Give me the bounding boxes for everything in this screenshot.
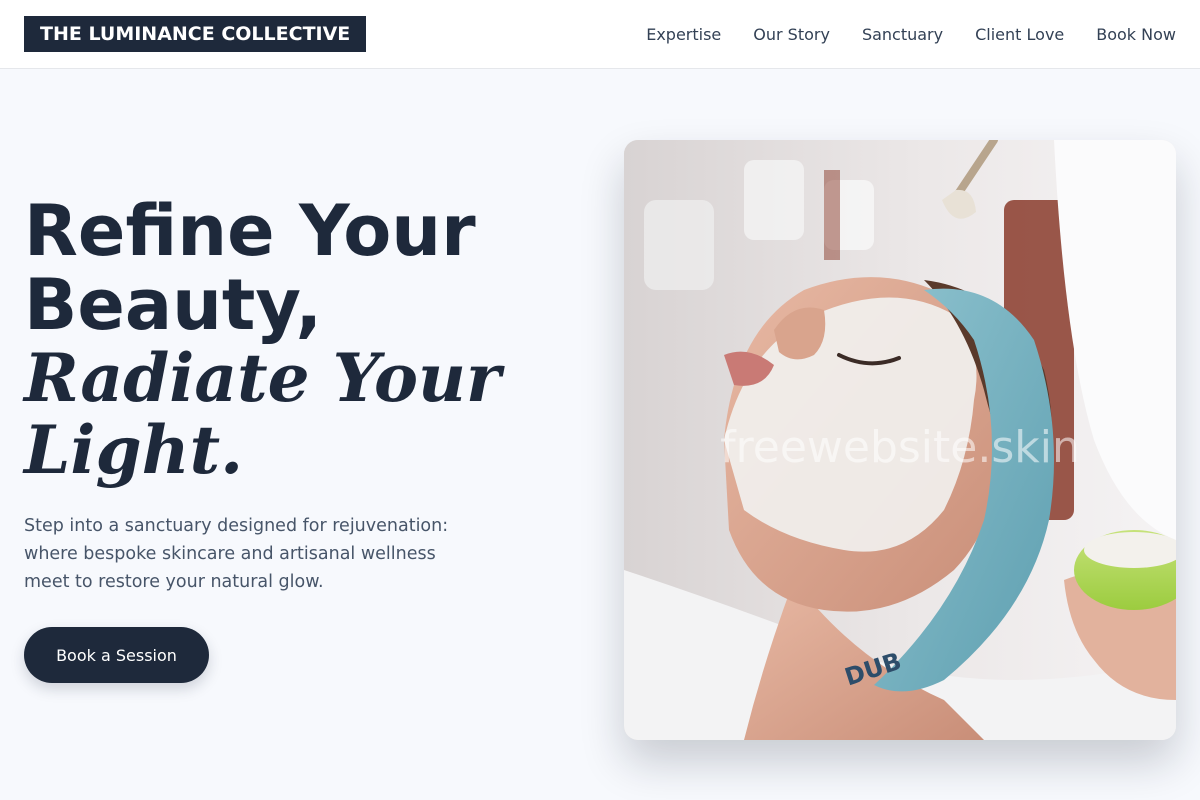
- nav-item-book-now[interactable]: Book Now: [1096, 25, 1176, 44]
- nav-item-sanctuary[interactable]: Sanctuary: [862, 25, 943, 44]
- headline-line-1: Refine Your: [24, 190, 476, 272]
- nav-item-our-story[interactable]: Our Story: [753, 25, 830, 44]
- image-watermark: freewebsite.skin: [720, 422, 1080, 473]
- page: THE LUMINANCE COLLECTIVE Expertise Our S…: [0, 0, 1200, 800]
- hero-image: DUB freewebsite.skin: [624, 140, 1176, 740]
- nav-item-client-love[interactable]: Client Love: [975, 25, 1064, 44]
- hero-description: Step into a sanctuary designed for rejuv…: [24, 516, 449, 592]
- main-nav: Expertise Our Story Sanctuary Client Lov…: [646, 0, 1176, 68]
- site-header: THE LUMINANCE COLLECTIVE Expertise Our S…: [0, 0, 1200, 69]
- hero-headline: Refine Your Beauty, Radiate Your Light.: [24, 194, 544, 486]
- headline-italic-2: Light.: [24, 411, 244, 489]
- nav-item-expertise[interactable]: Expertise: [646, 25, 721, 44]
- brand-logo[interactable]: THE LUMINANCE COLLECTIVE: [24, 16, 367, 52]
- headline-italic-1: Radiate Your: [24, 339, 501, 417]
- headline-line-2: Beauty,: [24, 264, 323, 346]
- book-session-button[interactable]: Book a Session: [24, 627, 209, 683]
